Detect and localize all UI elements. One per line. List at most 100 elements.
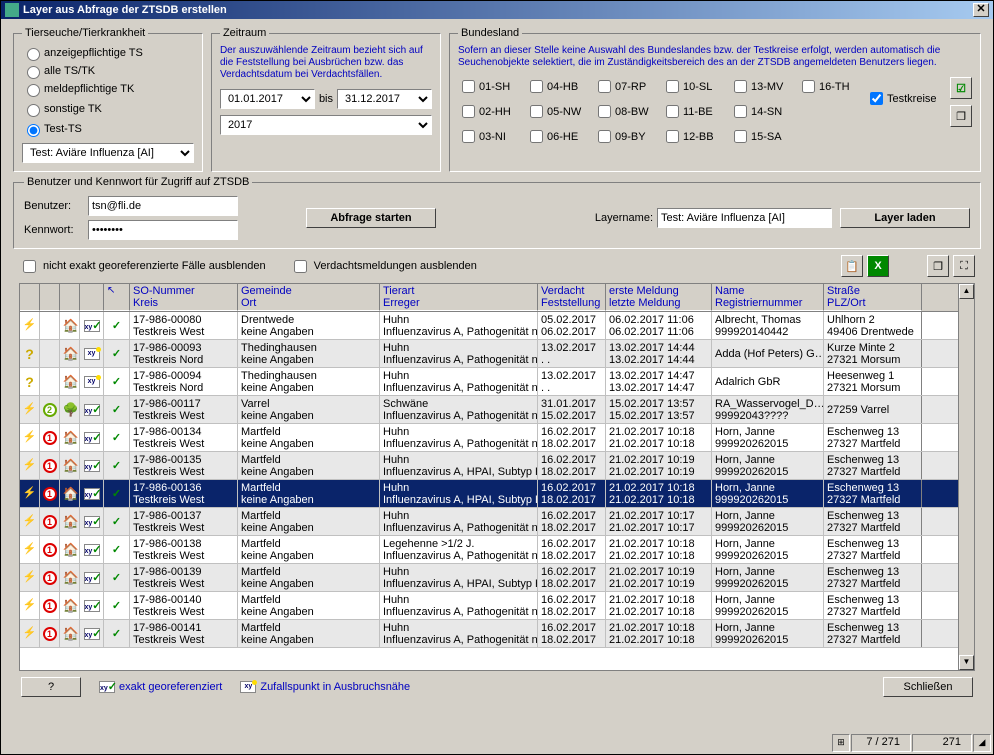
- btn-bl-copy[interactable]: ❐: [950, 105, 972, 127]
- note-bundesland: Sofern an dieser Stelle keine Auswahl de…: [458, 45, 972, 69]
- legend-bl: Bundesland: [458, 27, 522, 39]
- legend-auth: Benutzer und Kennwort für Zugriff auf ZT…: [24, 176, 252, 188]
- input-layername[interactable]: [657, 208, 832, 228]
- table-row[interactable]: ⚡🏠xy✓✓17-986-00080Testkreis WestDrentwed…: [20, 312, 958, 340]
- legend-zufall: xy Zufallspunkt in Ausbruchsnähe: [240, 681, 410, 693]
- statusbar: ⊞ 7 / 271 271 ◢: [832, 734, 991, 752]
- table-row[interactable]: ⚡1🏠xy✓✓17-986-00137Testkreis WestMartfel…: [20, 508, 958, 536]
- input-pass[interactable]: [88, 220, 238, 240]
- table-row[interactable]: ⚡1🏠xy✓✓17-986-00140Testkreis WestMartfel…: [20, 592, 958, 620]
- check-bl-03-NI[interactable]: 03-NI: [458, 127, 526, 146]
- radio-test-ts[interactable]: Test-TS: [22, 121, 162, 137]
- radio-anzeigepflichtige[interactable]: anzeigepflichtige TS: [22, 45, 162, 61]
- check-bl-16-TH[interactable]: 16-TH: [798, 77, 866, 96]
- grid-header[interactable]: ↖ SO-NummerKreis GemeindeOrt TierartErre…: [20, 284, 958, 312]
- check-bl-12-BB[interactable]: 12-BB: [662, 127, 730, 146]
- check-bl-07-RP[interactable]: 07-RP: [594, 77, 662, 96]
- scroll-down-icon[interactable]: ▼: [959, 655, 974, 670]
- status-grid-icon: ⊞: [832, 734, 850, 752]
- check-icon: ✓: [112, 320, 121, 332]
- house-icon: 🏠: [63, 431, 77, 445]
- bolt-icon: ⚡: [23, 403, 37, 417]
- check-testkreise[interactable]: Testkreise: [866, 89, 946, 108]
- table-row[interactable]: ⚡1🏠xy✓✓17-986-00135Testkreis WestMartfel…: [20, 452, 958, 480]
- xy-green-icon: xy✓: [99, 681, 115, 693]
- date-from[interactable]: 01.01.2017: [220, 89, 315, 109]
- date-to[interactable]: 31.12.2017: [337, 89, 432, 109]
- house-icon: 🏠: [63, 487, 77, 501]
- scroll-up-icon[interactable]: ▲: [959, 284, 974, 299]
- btn-help[interactable]: ?: [21, 677, 81, 697]
- check-bl-14-SN[interactable]: 14-SN: [730, 102, 798, 121]
- check-georef-hide[interactable]: nicht exakt georeferenzierte Fälle ausbl…: [19, 257, 266, 276]
- table-row[interactable]: ?🏠xy✓17-986-00094Testkreis NordThedingha…: [20, 368, 958, 396]
- table-row[interactable]: ⚡1🏠xy✓✓17-986-00141Testkreis WestMartfel…: [20, 620, 958, 648]
- bolt-icon: ⚡: [23, 599, 37, 613]
- check-icon: ✓: [112, 460, 121, 472]
- num2-icon: 2: [43, 403, 57, 417]
- check-bl-06-HE[interactable]: 06-HE: [526, 127, 594, 146]
- house-icon: 🏠: [63, 515, 77, 529]
- check-icon: ✓: [112, 488, 121, 500]
- house-icon: 🏠: [63, 375, 77, 389]
- check-icon: ✓: [112, 572, 121, 584]
- btn-copy-icon[interactable]: 📋: [841, 255, 863, 277]
- btn-bl-check[interactable]: ☑: [950, 77, 972, 99]
- check-icon: ✓: [112, 432, 121, 444]
- house-icon: 🏠: [63, 347, 77, 361]
- table-row[interactable]: ?🏠xy✓17-986-00093Testkreis NordThedingha…: [20, 340, 958, 368]
- xy-green-icon: xy✓: [84, 572, 100, 584]
- close-icon[interactable]: ✕: [973, 3, 989, 17]
- tree-icon: 🌳: [63, 403, 77, 417]
- radio-alle-ts-tk[interactable]: alle TS/TK: [22, 63, 112, 79]
- check-icon: ✓: [112, 404, 121, 416]
- check-bl-02-HH[interactable]: 02-HH: [458, 102, 526, 121]
- btn-expand-icon[interactable]: ⛶: [953, 255, 975, 277]
- select-year[interactable]: 2017: [220, 115, 432, 135]
- table-row[interactable]: ⚡1🏠xy✓✓17-986-00138Testkreis WestMartfel…: [20, 536, 958, 564]
- note-zeitraum: Der auszuwählende Zeitraum bezieht sich …: [220, 45, 432, 81]
- select-tierseuche[interactable]: Test: Aviäre Influenza [AI]: [22, 143, 194, 163]
- legend-zr: Zeitraum: [220, 27, 269, 39]
- status-total: 271: [912, 734, 972, 752]
- radio-meldepflichtige[interactable]: meldepflichtige TK: [22, 81, 162, 97]
- label-user: Benutzer:: [24, 200, 84, 212]
- check-bl-01-SH[interactable]: 01-SH: [458, 77, 526, 96]
- check-bl-05-NW[interactable]: 05-NW: [526, 102, 594, 121]
- xy-green-icon: xy✓: [84, 488, 100, 500]
- btn-excel-icon[interactable]: X: [867, 255, 889, 277]
- window-title: Layer aus Abfrage der ZTSDB erstellen: [23, 4, 227, 16]
- data-grid[interactable]: ↖ SO-NummerKreis GemeindeOrt TierartErre…: [19, 283, 975, 671]
- question-icon: ?: [23, 375, 37, 389]
- label-layername: Layername:: [595, 212, 653, 224]
- table-row[interactable]: ⚡1🏠xy✓✓17-986-00136Testkreis WestMartfel…: [20, 480, 958, 508]
- bolt-icon: ⚡: [23, 627, 37, 641]
- num1-icon: 1: [43, 543, 57, 557]
- xy-yellow-icon: xy: [84, 376, 100, 388]
- xy-green-icon: xy✓: [84, 320, 100, 332]
- house-icon: 🏠: [63, 571, 77, 585]
- check-bl-04-HB[interactable]: 04-HB: [526, 77, 594, 96]
- xy-green-icon: xy✓: [84, 404, 100, 416]
- xy-green-icon: xy✓: [84, 600, 100, 612]
- fieldset-auth: Benutzer und Kennwort für Zugriff auf ZT…: [13, 176, 981, 249]
- table-row[interactable]: ⚡2🌳xy✓✓17-986-00117Testkreis WestVarrelk…: [20, 396, 958, 424]
- check-bl-13-MV[interactable]: 13-MV: [730, 77, 798, 96]
- table-row[interactable]: ⚡1🏠xy✓✓17-986-00134Testkreis WestMartfel…: [20, 424, 958, 452]
- radio-sonstige[interactable]: sonstige TK: [22, 101, 162, 117]
- status-resize-icon[interactable]: ◢: [973, 734, 991, 752]
- check-bl-11-BE[interactable]: 11-BE: [662, 102, 730, 121]
- check-bl-08-BW[interactable]: 08-BW: [594, 102, 662, 121]
- btn-close[interactable]: Schließen: [883, 677, 973, 697]
- input-user[interactable]: [88, 196, 238, 216]
- scrollbar-vertical[interactable]: ▲ ▼: [958, 284, 974, 670]
- btn-layer-laden[interactable]: Layer laden: [840, 208, 970, 228]
- check-bl-15-SA[interactable]: 15-SA: [730, 127, 798, 146]
- table-row[interactable]: ⚡1🏠xy✓✓17-986-00139Testkreis WestMartfel…: [20, 564, 958, 592]
- check-bl-09-BY[interactable]: 09-BY: [594, 127, 662, 146]
- btn-abfrage-starten[interactable]: Abfrage starten: [306, 208, 436, 228]
- btn-window-icon[interactable]: ❐: [927, 255, 949, 277]
- check-bl-10-SL[interactable]: 10-SL: [662, 77, 730, 96]
- bolt-icon: ⚡: [23, 571, 37, 585]
- check-verdacht-hide[interactable]: Verdachtsmeldungen ausblenden: [290, 257, 477, 276]
